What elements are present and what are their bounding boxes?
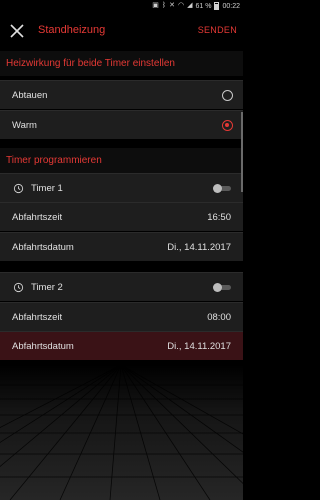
scrollbar[interactable]	[241, 112, 243, 192]
wifi-icon: ◠	[178, 2, 185, 9]
departure-date-label: Abfahrtsdatum	[12, 242, 74, 253]
timer-1-departure-date-row[interactable]: Abfahrtsdatum Di., 14.11.2017	[0, 232, 243, 261]
timer-clock-icon	[13, 183, 24, 194]
radio-abtauen[interactable]	[222, 90, 233, 101]
timer-name: Timer 2	[31, 282, 63, 293]
timer-2-toggle[interactable]	[213, 283, 231, 292]
send-button[interactable]: SENDEN	[198, 25, 237, 35]
option-label: Abtauen	[12, 90, 48, 101]
signal-icon: ◢	[187, 2, 193, 9]
option-label: Warm	[12, 120, 37, 131]
timer-1-toggle[interactable]	[213, 184, 231, 193]
battery-icon	[214, 2, 220, 10]
timer-name: Timer 1	[31, 183, 63, 194]
timer-1-row[interactable]: Timer 1	[0, 173, 243, 202]
departure-time-value: 16:50	[207, 212, 231, 223]
departure-time-label: Abfahrtszeit	[12, 312, 63, 323]
battery-percent: 61 %	[195, 2, 212, 10]
nfc-icon: ▣	[152, 2, 159, 9]
close-icon[interactable]	[8, 22, 26, 40]
status-bar: ▣ ᛒ ✕ ◠ ◢ 61 % 00:22	[0, 0, 243, 13]
mute-icon: ✕	[169, 2, 175, 9]
timer-section-title: Timer programmieren	[0, 148, 243, 173]
background-floor-graphic	[0, 365, 243, 500]
bluetooth-icon: ᛒ	[161, 2, 167, 9]
departure-date-label: Abfahrtsdatum	[12, 341, 74, 352]
heat-section-title: Heizwirkung für beide Timer einstellen	[0, 51, 243, 76]
clock-time: 00:22	[222, 2, 240, 10]
page-title: Standheizung	[38, 24, 106, 36]
option-row-warm[interactable]: Warm	[0, 110, 243, 139]
divider	[0, 261, 243, 272]
departure-time-label: Abfahrtszeit	[12, 212, 63, 223]
timer-clock-icon	[13, 282, 24, 293]
departure-date-value: Di., 14.11.2017	[167, 242, 231, 253]
timer-2-departure-date-row[interactable]: Abfahrtsdatum Di., 14.11.2017	[0, 331, 243, 360]
status-icons: ▣ ᛒ ✕ ◠ ◢ 61 % 00:22	[152, 2, 240, 10]
option-row-abtauen[interactable]: Abtauen	[0, 80, 243, 109]
radio-warm[interactable]	[222, 120, 233, 131]
timer-1-departure-time-row[interactable]: Abfahrtszeit 16:50	[0, 202, 243, 231]
timer-2-row[interactable]: Timer 2	[0, 272, 243, 301]
departure-time-value: 08:00	[207, 312, 231, 323]
app-bar: Standheizung SENDEN	[0, 13, 243, 48]
timer-2-departure-time-row[interactable]: Abfahrtszeit 08:00	[0, 302, 243, 331]
departure-date-value: Di., 14.11.2017	[167, 341, 231, 352]
